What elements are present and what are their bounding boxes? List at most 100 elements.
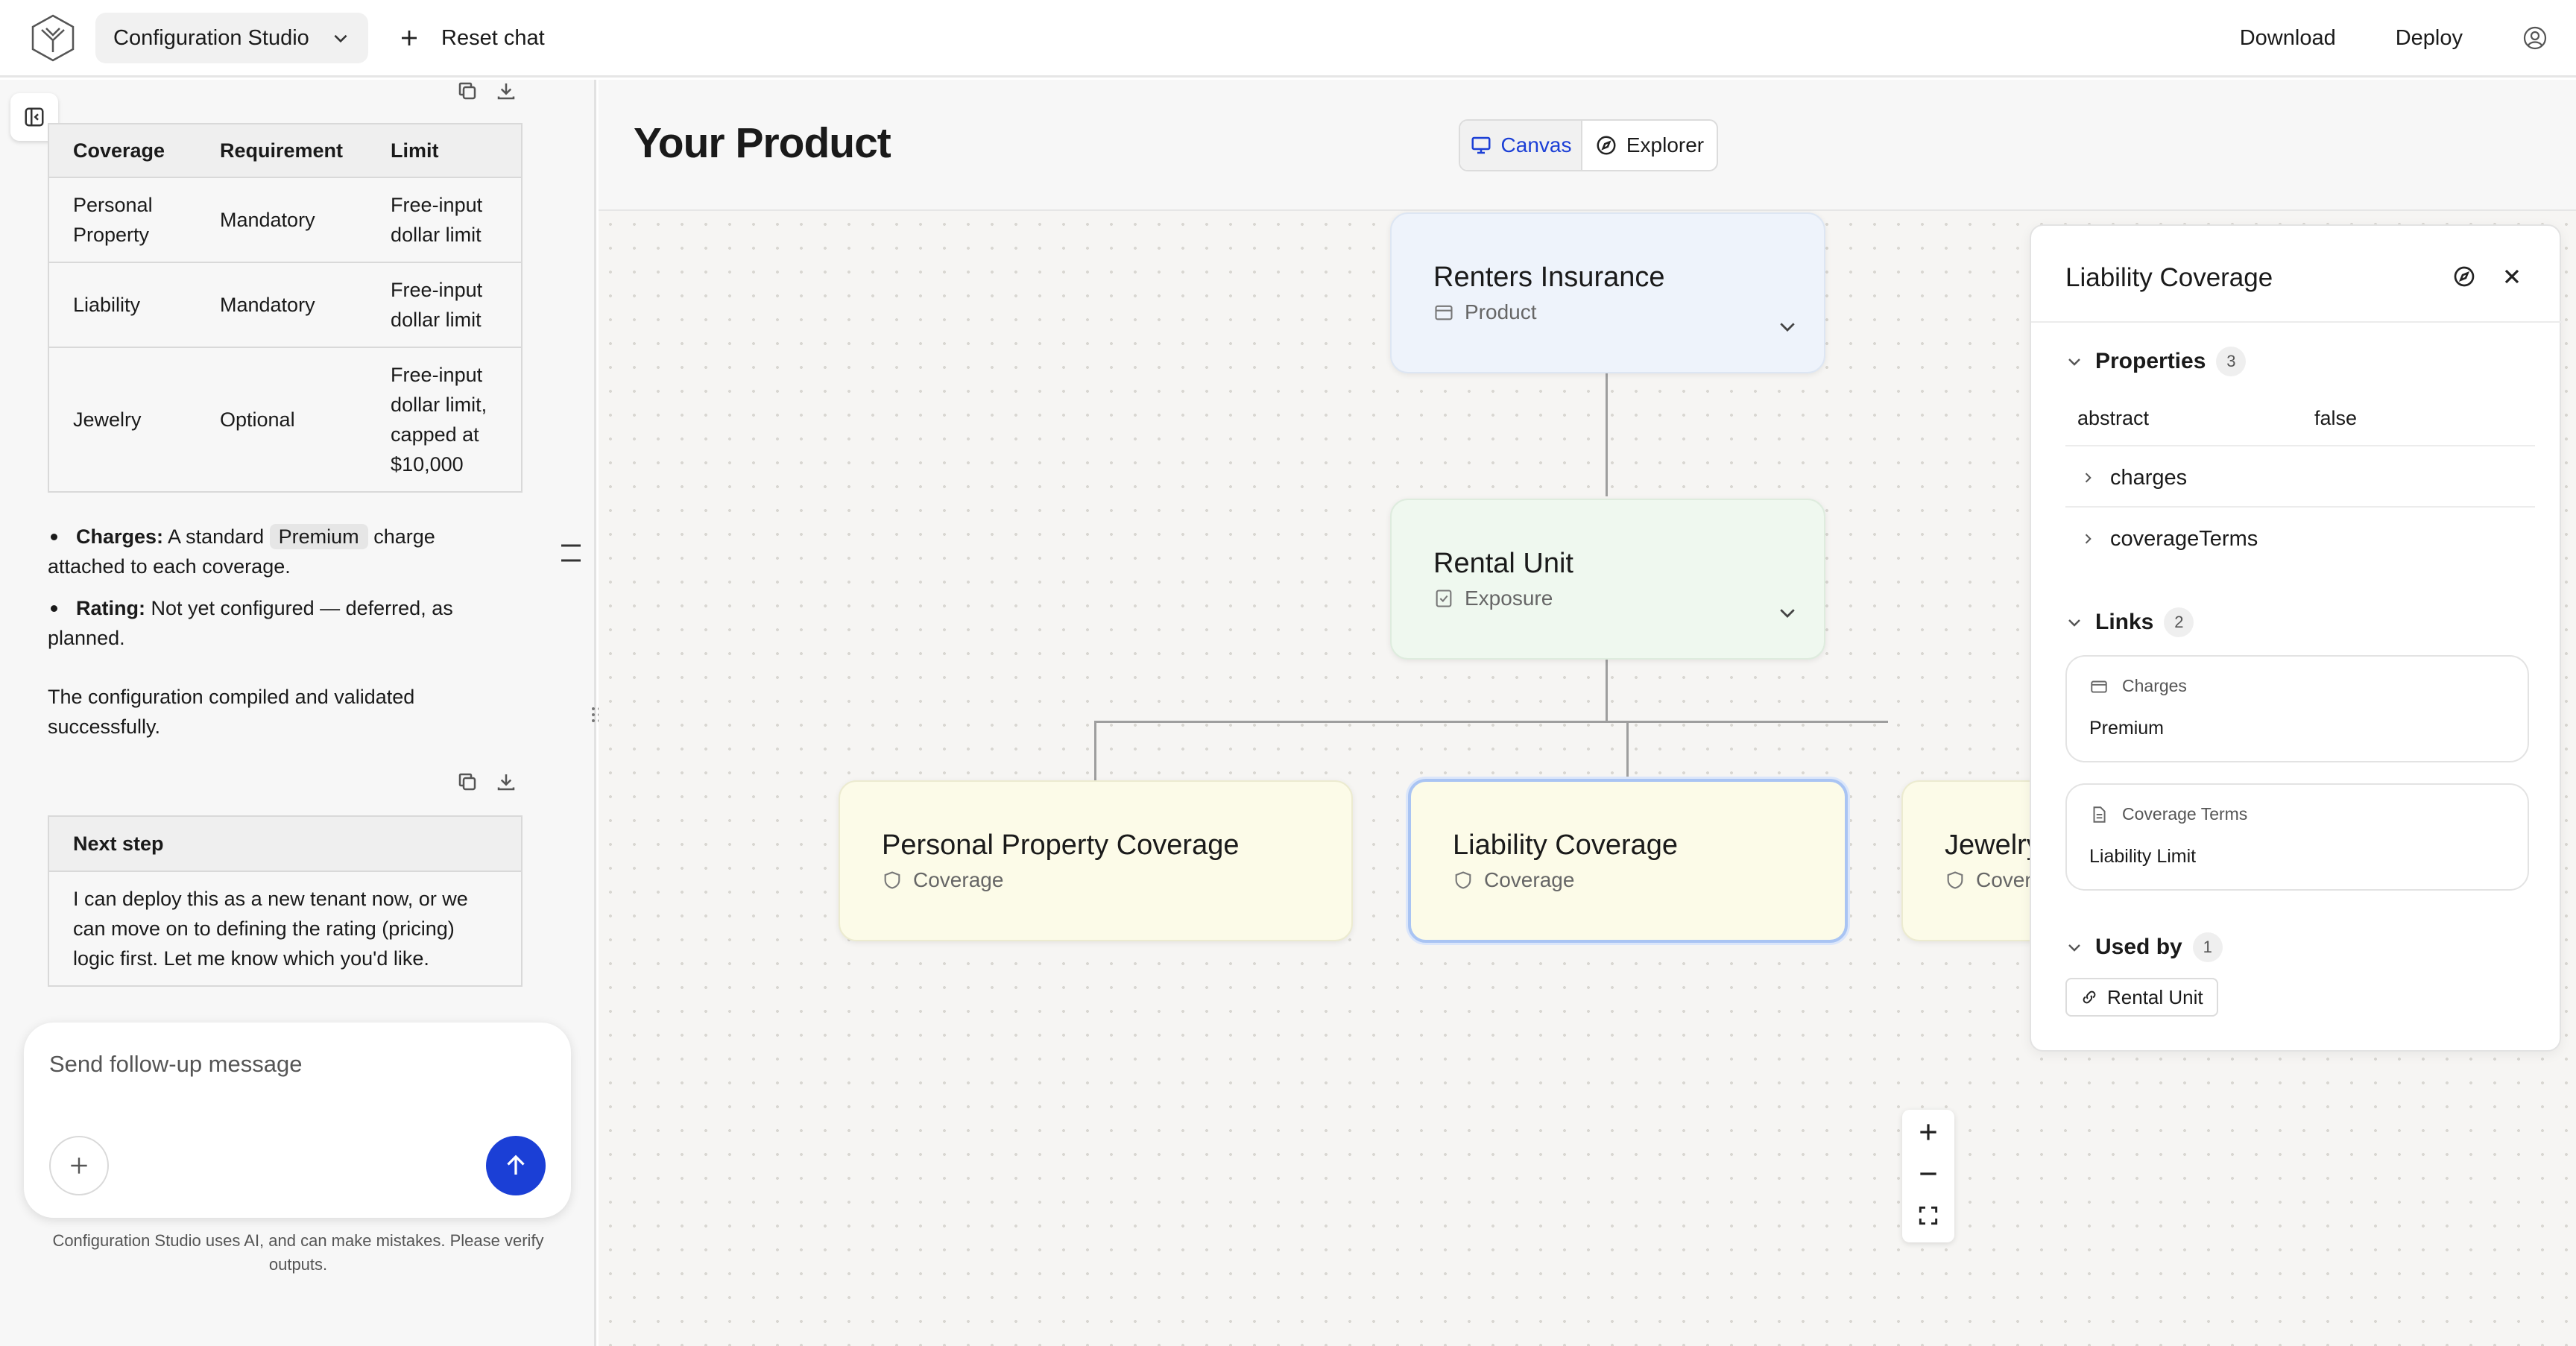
node-type-label: Coverage: [913, 868, 1004, 891]
download-icon[interactable]: [495, 771, 517, 793]
zoom-out-icon[interactable]: [1916, 1162, 1940, 1186]
deploy-button[interactable]: Deploy: [2396, 26, 2463, 51]
properties-label: Properties: [2095, 349, 2206, 373]
table-cell: Jewelry: [48, 347, 196, 493]
node-type: Product: [1433, 300, 1537, 324]
used-by-section-toggle[interactable]: Used by 1: [2065, 932, 2223, 962]
link-type: Coverage Terms: [2089, 804, 2247, 824]
zoom-in-icon[interactable]: [1916, 1120, 1940, 1144]
app-logo-icon[interactable]: [28, 13, 78, 63]
fit-view-icon[interactable]: [1916, 1204, 1940, 1227]
link-value: Liability Limit: [2089, 846, 2197, 867]
properties-section-toggle[interactable]: Properties 3: [2065, 347, 2247, 376]
checklist-icon: [1436, 590, 1452, 607]
plus-icon: [402, 31, 417, 45]
next-step-text: can move on to defining the rating (pric…: [73, 917, 455, 940]
node-renters-insurance[interactable]: Renters Insurance Product: [1390, 212, 1825, 373]
table-header: Coverage: [48, 123, 196, 178]
user-account-icon[interactable]: [2522, 25, 2548, 51]
arrow-up-icon: [507, 1154, 525, 1175]
follow-up-input[interactable]: Send follow-up message: [49, 1051, 302, 1078]
sidebar-collapse-icon: [25, 107, 44, 127]
node-rental-unit[interactable]: Rental Unit Exposure: [1390, 499, 1825, 660]
copy-icon[interactable]: [456, 771, 479, 793]
close-icon[interactable]: [2500, 265, 2524, 288]
chevron-down-icon[interactable]: [1776, 315, 1799, 338]
tab-explorer[interactable]: Explorer: [1582, 121, 1717, 170]
disclaimer-text: Configuration Studio uses AI, and can ma…: [52, 1231, 544, 1250]
inspector-panel: Liability Coverage Properties 3 abstract…: [2030, 224, 2563, 1052]
used-by-count-badge: 1: [2192, 932, 2223, 962]
property-charges-toggle[interactable]: charges: [2080, 463, 2187, 493]
table-cell: Free-input dollar limit, capped at $10,0…: [367, 347, 522, 493]
used-by-item: Rental Unit: [2107, 985, 2203, 1008]
coverage-table: Coverage Requirement Limit Personal Prop…: [48, 123, 523, 493]
summary-text: successfully.: [48, 715, 161, 738]
link-value: Premium: [2089, 718, 2165, 739]
top-bar: Configuration Studio Reset chat Download…: [0, 0, 2576, 78]
message-actions-top: [456, 80, 517, 102]
bullet-label: Rating:: [76, 597, 145, 619]
copy-icon[interactable]: [456, 80, 479, 102]
table-cell: Optional: [196, 347, 367, 493]
download-icon[interactable]: [495, 80, 517, 102]
node-title: Personal Property Coverage: [882, 830, 1240, 861]
reset-chat-button[interactable]: Reset chat: [398, 13, 545, 63]
message-actions-bottom: [456, 771, 517, 793]
table-cell: Mandatory: [196, 177, 367, 263]
download-button[interactable]: Download: [2240, 26, 2336, 51]
chevron-down-icon: [334, 34, 347, 43]
links-section-toggle[interactable]: Links 2: [2065, 607, 2194, 637]
link-card-charges[interactable]: Charges Premium: [2065, 655, 2529, 762]
chevron-down-icon: [2068, 944, 2080, 952]
edge-coverage-bus: [1094, 721, 1888, 723]
used-by-label: Used by: [2095, 935, 2182, 959]
summary-bullets: Charges: A standard Premium charge attac…: [48, 522, 525, 665]
scroll-indicator-icon[interactable]: [561, 543, 581, 563]
links-label: Links: [2095, 610, 2154, 634]
node-title: Liability Coverage: [1453, 830, 1679, 861]
node-liability-coverage[interactable]: Liability Coverage Coverage: [1408, 779, 1848, 943]
message-composer: Send follow-up message: [24, 1023, 571, 1218]
table-cell: Free-input dollar limit: [367, 262, 522, 348]
property-coverage-terms-toggle[interactable]: coverageTerms: [2080, 524, 2258, 554]
edge-to-personal-property: [1094, 721, 1096, 780]
divider: [2031, 321, 2563, 323]
node-type: Exposure: [1433, 587, 1553, 610]
links-count-badge: 2: [2164, 607, 2194, 637]
tab-canvas[interactable]: Canvas: [1460, 121, 1582, 170]
table-cell: Liability: [48, 262, 196, 348]
link-type-label: Coverage Terms: [2122, 804, 2248, 824]
summary-text: The configuration compiled and validated: [48, 686, 415, 708]
compass-icon[interactable]: [2452, 265, 2476, 288]
ai-disclaimer: Configuration Studio uses AI, and can ma…: [30, 1229, 566, 1277]
property-key: abstract: [2077, 406, 2150, 429]
chevron-down-icon: [2068, 619, 2080, 627]
next-step-box: Next step I can deploy this as a new ten…: [48, 815, 523, 987]
main-header: Your Product Canvas Explorer: [599, 80, 2576, 211]
bullet-text: planned.: [48, 627, 125, 649]
chat-panel: Coverage Requirement Limit Personal Prop…: [0, 80, 596, 1346]
summary-paragraph: The configuration compiled and validated…: [48, 682, 525, 742]
list-item: Charges: A standard Premium charge attac…: [48, 522, 525, 581]
edge-exposure-trunk: [1606, 660, 1608, 722]
chevron-down-icon[interactable]: [1776, 601, 1799, 624]
next-step-text: I can deploy this as a new tenant now, o…: [73, 888, 468, 910]
property-key: charges: [2110, 465, 2188, 490]
divider: [2065, 445, 2535, 446]
attach-button[interactable]: [49, 1136, 109, 1195]
app-switcher-dropdown[interactable]: Configuration Studio: [95, 13, 368, 63]
table-row: Personal Property Mandatory Free-input d…: [48, 177, 522, 263]
edge-to-liability: [1626, 721, 1629, 780]
zoom-controls: [1902, 1110, 1954, 1242]
premium-chip: Premium: [269, 524, 368, 549]
link-card-coverage-terms[interactable]: Coverage Terms Liability Limit: [2065, 783, 2529, 891]
node-personal-property-coverage[interactable]: Personal Property Coverage Coverage: [839, 780, 1353, 941]
monitor-icon: [1471, 136, 1491, 154]
shield-icon: [884, 871, 900, 889]
node-type: Coverage: [1453, 868, 1574, 892]
shield-icon: [1455, 871, 1471, 889]
used-by-chip-rental-unit[interactable]: Rental Unit: [2065, 978, 2218, 1017]
table-header: Requirement: [196, 123, 367, 178]
send-button[interactable]: [486, 1136, 546, 1195]
